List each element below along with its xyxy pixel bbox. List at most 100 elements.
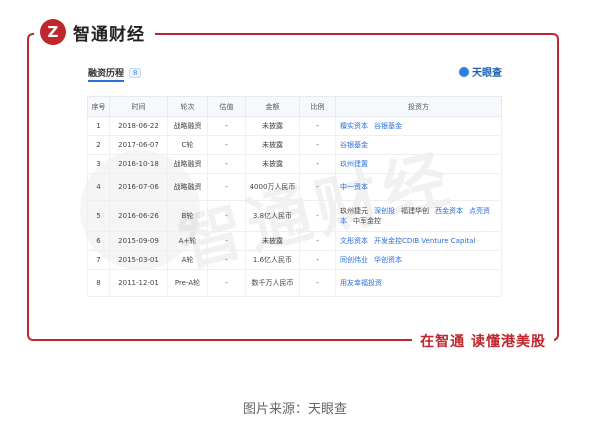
table-row: 3 2016-10-18 战略融资 - 未披露 - 玖州建置 xyxy=(87,154,502,174)
table-row: 7 2015-03-01 A轮 -1.6亿人民币 - 同创伟业 华创资本 xyxy=(87,250,502,270)
cell-amount: 未披露 xyxy=(245,135,300,155)
cell-amount: 未披露 xyxy=(245,116,300,136)
investor-link[interactable]: 开发金控CDIB Venture Capital xyxy=(374,237,475,245)
investor-name: 福建华创 xyxy=(401,207,429,215)
table-header-row: 序号 时间 轮次 估值 金额 比例 投资方 xyxy=(87,96,502,117)
cell-investors: 同创伟业 华创资本 xyxy=(335,250,502,270)
investor-link[interactable]: 用友幸福投资 xyxy=(340,279,382,287)
slogan: 在智通 读懂港美股 xyxy=(412,328,554,354)
cell-valuation: - xyxy=(207,173,246,201)
cell-date: 2016-10-18 xyxy=(109,154,168,174)
cell-amount: 1.6亿人民币 xyxy=(245,250,300,270)
count-badge: 8 xyxy=(129,67,142,78)
cell-no: 2 xyxy=(87,135,110,155)
section-title: 融资历程 8 xyxy=(88,66,142,79)
investor-name: 玖州捷元 xyxy=(340,207,368,215)
brand-logo-icon: Z xyxy=(40,19,66,45)
cell-date: 2016-07-06 xyxy=(109,173,168,201)
cell-valuation: - xyxy=(207,200,246,232)
investor-name: 中军金控 xyxy=(353,217,381,225)
cell-valuation: - xyxy=(207,116,246,136)
cell-no: 4 xyxy=(87,173,110,201)
investor-link[interactable]: 深创投 xyxy=(374,207,395,215)
investor-link[interactable]: 檀实资本 xyxy=(340,122,368,130)
cell-amount: 未披露 xyxy=(245,231,300,251)
cell-date: 2015-09-09 xyxy=(109,231,168,251)
cell-no: 6 xyxy=(87,231,110,251)
cell-round: C轮 xyxy=(167,135,208,155)
cell-ratio: - xyxy=(299,154,336,174)
cell-valuation: - xyxy=(207,135,246,155)
cell-valuation: - xyxy=(207,231,246,251)
cell-no: 3 xyxy=(87,154,110,174)
cell-date: 2017-06-07 xyxy=(109,135,168,155)
cell-ratio: - xyxy=(299,231,336,251)
cell-no: 1 xyxy=(87,116,110,136)
cell-investors: 玖州捷元 深创投 福建华创 西金资本 点亮资本 中军金控 xyxy=(335,200,502,232)
cell-date: 2011-12-01 xyxy=(109,269,168,297)
cell-ratio: - xyxy=(299,135,336,155)
cell-ratio: - xyxy=(299,250,336,270)
investor-link[interactable]: 华创资本 xyxy=(374,256,402,264)
investor-link[interactable]: 玖州建置 xyxy=(340,160,368,168)
cell-ratio: - xyxy=(299,173,336,201)
cell-round: 战略融资 xyxy=(167,116,208,136)
cell-round: A轮 xyxy=(167,250,208,270)
cell-amount: 数千万人民币 xyxy=(245,269,300,297)
cell-round: 战略融资 xyxy=(167,173,208,201)
column-header: 轮次 xyxy=(167,96,208,117)
cell-amount: 未披露 xyxy=(245,154,300,174)
cell-ratio: - xyxy=(299,200,336,232)
investor-link[interactable]: 文彤资本 xyxy=(340,237,368,245)
investor-link[interactable]: 谷银基金 xyxy=(374,122,402,130)
cell-no: 5 xyxy=(87,200,110,232)
cell-valuation: - xyxy=(207,269,246,297)
image-caption: 图片来源：天眼查 xyxy=(242,402,347,417)
cell-no: 8 xyxy=(87,269,110,297)
column-header: 金额 xyxy=(245,96,300,117)
table-body: 1 2018-06-22 战略融资 - 未披露 - 檀实资本 谷银基金 2 2017-06-07 C… xyxy=(87,116,502,297)
eye-icon xyxy=(459,66,469,77)
cell-date: 2018-06-22 xyxy=(109,116,168,136)
cell-ratio: - xyxy=(299,116,336,136)
brand-header: Z 智通财经 xyxy=(34,15,155,49)
cell-ratio: - xyxy=(299,269,336,297)
cell-investors: 用友幸福投资 xyxy=(335,269,502,297)
cell-investors: 谷银基金 xyxy=(335,135,502,155)
brand-name: 智通财经 xyxy=(73,24,145,45)
cell-date: 2015-03-01 xyxy=(109,250,168,270)
section-title-label: 融资历程 xyxy=(88,69,125,79)
column-header: 时间 xyxy=(109,96,168,117)
table-row: 6 2015-09-09 A+轮 - 未披露 - 文彤资本 开发金控CDIB Venture … xyxy=(87,231,502,251)
tianyancha-logo[interactable]: 天眼查 xyxy=(459,64,502,79)
table-row: 4 2016-07-06 战略融资 -4000万人民币 - 中一资本 xyxy=(87,173,502,201)
section-title-underline xyxy=(88,80,124,82)
cell-investors: 玖州建置 xyxy=(335,154,502,174)
cell-amount: 4000万人民币 xyxy=(245,173,300,201)
financing-history-table: 序号 时间 轮次 估值 金额 比例 投资方 1 2018-06-22 战略融资 - 未披露 - 檀实资本… xyxy=(87,96,502,297)
cell-investors: 中一资本 xyxy=(335,173,502,201)
cell-amount: 3.8亿人民币 xyxy=(245,200,300,232)
cell-no: 7 xyxy=(87,250,110,270)
column-header: 估值 xyxy=(207,96,246,117)
table-row: 5 2016-06-26 B轮 -3.8亿人民币 - 玖州捷元 深创投 福建华创 西金资本 点亮资… xyxy=(87,200,502,232)
investor-link[interactable]: 中一资本 xyxy=(340,183,368,191)
investor-link[interactable]: 谷银基金 xyxy=(340,141,368,149)
table-row: 8 2011-12-01 Pre-A轮 - 数千万人民币 - 用友幸福投资 xyxy=(87,269,502,297)
table-row: 1 2018-06-22 战略融资 - 未披露 - 檀实资本 谷银基金 xyxy=(87,116,502,136)
investor-link[interactable]: 同创伟业 xyxy=(340,256,368,264)
tianyancha-logo-text: 天眼查 xyxy=(472,68,502,79)
investor-link[interactable]: 西金资本 xyxy=(435,207,463,215)
column-header: 比例 xyxy=(299,96,336,117)
cell-round: B轮 xyxy=(167,200,208,232)
cell-round: A+轮 xyxy=(167,231,208,251)
cell-valuation: - xyxy=(207,154,246,174)
column-header: 投资方 xyxy=(335,96,502,117)
cell-investors: 檀实资本 谷银基金 xyxy=(335,116,502,136)
cell-date: 2016-06-26 xyxy=(109,200,168,232)
table-row: 2 2017-06-07 C轮 - 未披露 - 谷银基金 xyxy=(87,135,502,155)
cell-investors: 文彤资本 开发金控CDIB Venture Capital xyxy=(335,231,502,251)
column-header: 序号 xyxy=(87,96,110,117)
cell-valuation: - xyxy=(207,250,246,270)
cell-round: 战略融资 xyxy=(167,154,208,174)
